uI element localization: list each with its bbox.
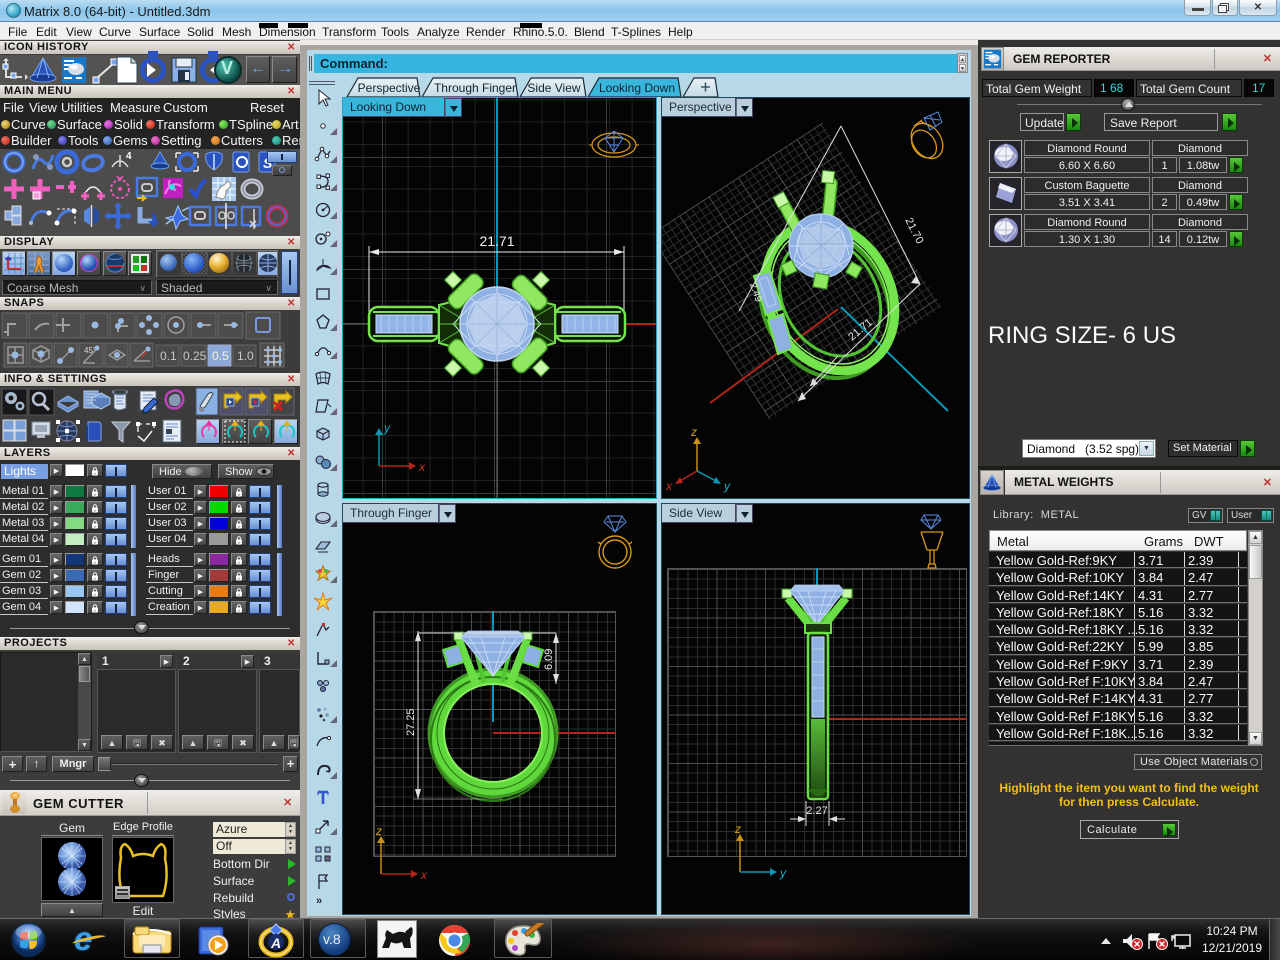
- svg-text:Perspective: Perspective: [358, 81, 421, 95]
- svg-text:Through Finger: Through Finger: [434, 81, 516, 95]
- svg-text:6.09: 6.09: [543, 649, 555, 670]
- svg-text:27.25: 27.25: [405, 708, 417, 736]
- svg-text:y: y: [383, 421, 391, 435]
- svg-text:21.70: 21.70: [902, 216, 925, 246]
- svg-text:z: z: [690, 425, 697, 439]
- svg-text:21.71: 21.71: [479, 233, 514, 249]
- svg-text:4: 4: [126, 151, 132, 162]
- svg-text:45°: 45°: [84, 346, 96, 355]
- svg-text:A: A: [270, 935, 281, 951]
- svg-text:Looking Down: Looking Down: [599, 81, 675, 95]
- svg-text:x: x: [420, 868, 428, 882]
- svg-text:x: x: [665, 479, 673, 493]
- svg-text:2.27: 2.27: [806, 805, 827, 817]
- svg-text:21.71: 21.71: [846, 316, 875, 343]
- svg-text:1.0: 1.0: [237, 349, 254, 363]
- svg-text:y: y: [723, 479, 731, 493]
- svg-text:z: z: [734, 822, 741, 836]
- svg-text:Side View: Side View: [527, 81, 580, 95]
- svg-text:0.1: 0.1: [160, 349, 177, 363]
- svg-text:0.5: 0.5: [212, 349, 229, 363]
- svg-text:x: x: [418, 460, 426, 474]
- svg-text:0.25: 0.25: [183, 349, 207, 363]
- svg-text:y: y: [779, 866, 787, 880]
- svg-text:z: z: [375, 824, 382, 838]
